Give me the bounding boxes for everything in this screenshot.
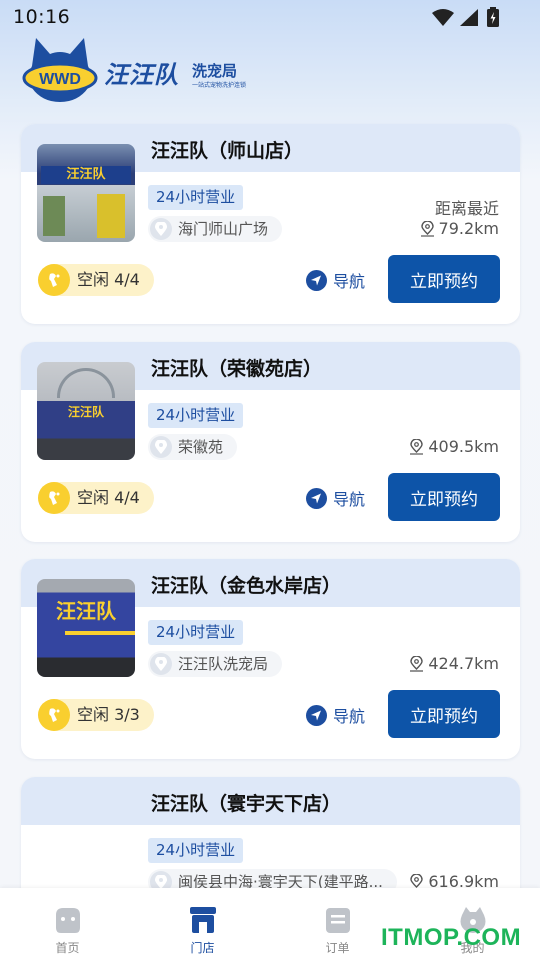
store-photo[interactable]: 汪汪队 (37, 144, 135, 242)
idle-text: 空闲 4/4 (77, 488, 140, 507)
tab-home[interactable]: 首页 (0, 888, 135, 960)
store-card[interactable]: 汪汪队（金色水岸店） 汪汪队 24小时营业 汪汪队洗宠局 424.7km 空闲 … (21, 559, 520, 759)
order-icon (325, 908, 350, 933)
tab-store[interactable]: 门店 (135, 888, 270, 960)
brand-logo: WWD 汪汪队 洗宠局 一站式宠物洗护连锁 (22, 36, 252, 104)
navigate-label: 导航 (333, 272, 366, 291)
status-bar: 10:16 (0, 0, 540, 36)
idle-status: 空闲 3/3 (38, 699, 154, 731)
navigation-arrow-icon (306, 704, 327, 726)
store-name: 汪汪队（荣徽苑店） (151, 358, 323, 380)
navigate-button[interactable]: 导航 (306, 703, 365, 727)
hours-badge: 24小时营业 (148, 185, 244, 210)
distance-value: 79.2km (438, 219, 499, 238)
location-pin-icon (150, 436, 172, 458)
distance: 409.5km (409, 437, 499, 456)
status-time: 10:16 (13, 6, 71, 28)
store-address: 荣徽苑 (178, 438, 224, 456)
idle-status: 空闲 4/4 (38, 482, 154, 514)
store-photo[interactable]: 汪汪队 (37, 579, 135, 677)
photo-detail (65, 631, 135, 635)
hours-badge: 24小时营业 (148, 403, 244, 428)
book-now-button[interactable]: 立即预约 (388, 255, 500, 303)
navigate-button[interactable]: 导航 (306, 268, 365, 292)
store-address: 汪汪队洗宠局 (178, 655, 269, 673)
store-card[interactable]: 汪汪队（师山店） 汪汪队 24小时营业 海门师山广场 距离最近 79.2km 空… (21, 124, 520, 324)
photo-detail (43, 196, 65, 236)
tab-label: 门店 (190, 941, 215, 955)
logo-mark-text: WWD (39, 71, 81, 88)
bath-icon (38, 264, 70, 296)
photo-sign: 汪汪队 (56, 599, 116, 623)
wwd-logo-icon: WWD (22, 38, 98, 102)
navigation-arrow-icon (306, 269, 327, 291)
store-address: 海门师山广场 (178, 220, 269, 238)
navigate-label: 导航 (333, 490, 366, 509)
signal-icon (460, 9, 478, 26)
location-pin-icon (150, 218, 172, 240)
battery-icon (487, 7, 499, 27)
wifi-icon (432, 9, 454, 26)
store-icon (189, 907, 216, 933)
distance: 79.2km (420, 219, 499, 238)
book-now-button[interactable]: 立即预约 (388, 473, 500, 521)
navigate-label: 导航 (333, 707, 366, 726)
idle-text: 空闲 3/3 (77, 705, 140, 724)
watermark: ITMOP.COM (381, 924, 522, 951)
store-card[interactable]: 汪汪队（荣徽苑店） 汪汪队 24小时营业 荣徽苑 409.5km 空闲 4/4 … (21, 342, 520, 542)
store-name: 汪汪队（师山店） (151, 140, 304, 162)
address-pill: 荣徽苑 (148, 434, 238, 460)
tab-label: 首页 (55, 941, 80, 955)
store-name: 汪汪队（寰宇天下店） (151, 793, 342, 815)
idle-text: 空闲 4/4 (77, 270, 140, 289)
navigation-arrow-icon (306, 487, 327, 509)
brand-suffix: 洗宠局 (192, 62, 238, 80)
photo-sign: 汪汪队 (67, 405, 104, 419)
bath-icon (38, 482, 70, 514)
map-pin-icon (410, 655, 424, 672)
store-photo[interactable]: 汪汪队 (37, 362, 135, 460)
address-pill: 汪汪队洗宠局 (148, 651, 283, 677)
photo-detail (97, 194, 125, 238)
photo-sign: 汪汪队 (41, 166, 131, 184)
home-icon (55, 908, 80, 933)
distance: 424.7km (409, 654, 499, 673)
navigate-button[interactable]: 导航 (306, 486, 365, 510)
brand-name: 汪汪队 (104, 61, 179, 89)
hours-badge: 24小时营业 (148, 838, 244, 863)
idle-status: 空闲 4/4 (38, 264, 154, 296)
book-now-button[interactable]: 立即预约 (388, 690, 500, 738)
address-pill: 海门师山广场 (148, 216, 283, 242)
distance-value: 424.7km (428, 654, 499, 673)
photo-detail (57, 368, 115, 398)
store-name: 汪汪队（金色水岸店） (151, 575, 342, 597)
map-pin-icon (410, 438, 424, 455)
map-pin-icon (420, 220, 434, 237)
nearest-label: 距离最近 (434, 199, 499, 218)
bath-icon (38, 699, 70, 731)
hours-badge: 24小时营业 (148, 620, 244, 645)
brand-tagline: 一站式宠物洗护连锁 (192, 82, 247, 89)
location-pin-icon (150, 653, 172, 675)
distance-value: 409.5km (428, 437, 499, 456)
